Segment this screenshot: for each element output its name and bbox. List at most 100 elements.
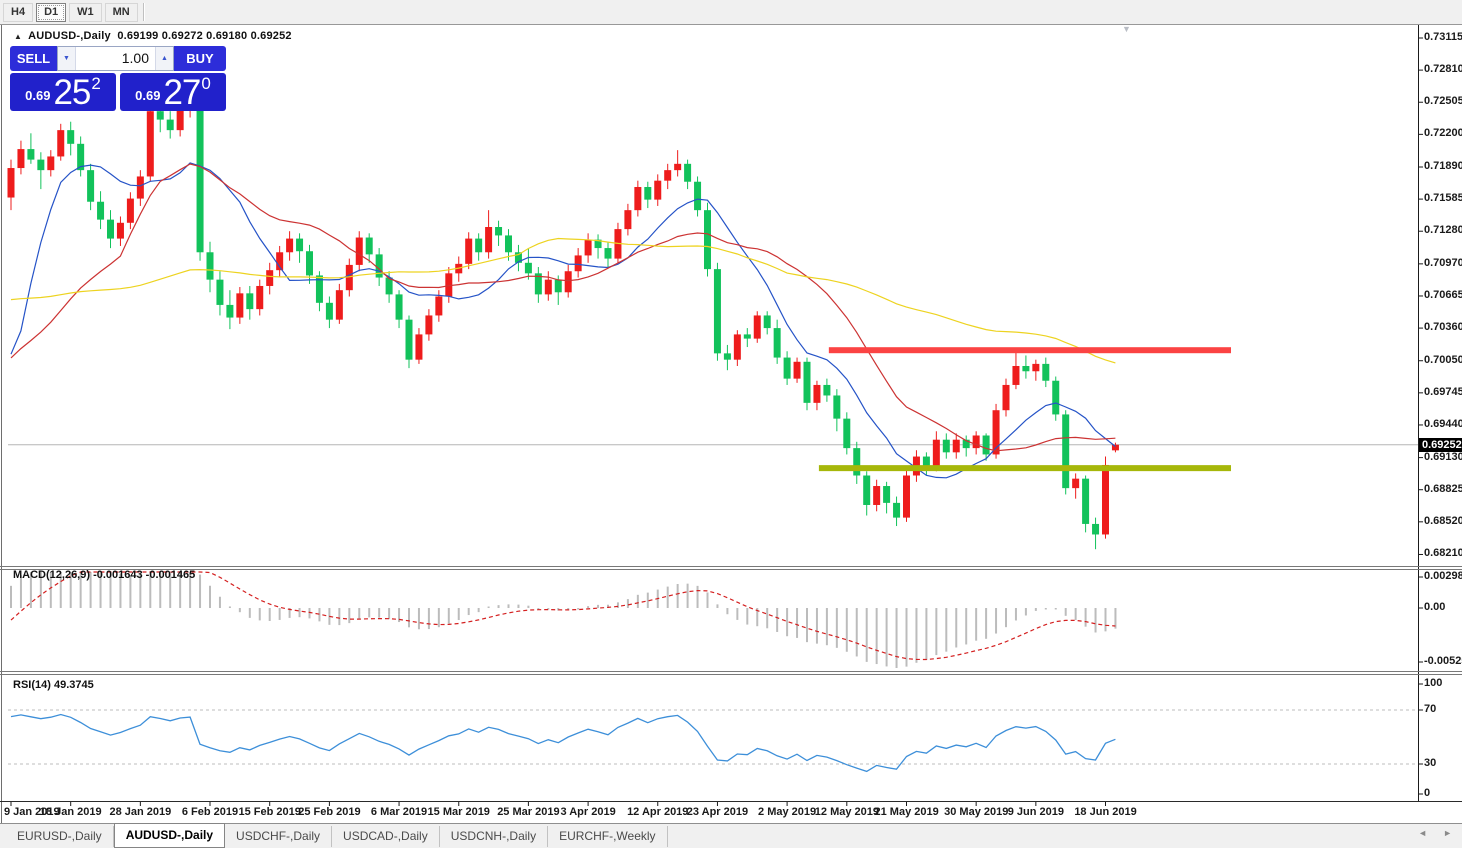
candle: [57, 124, 64, 161]
candle: [923, 452, 930, 475]
tab-scroll-right-icon[interactable]: ►: [1443, 828, 1452, 838]
candle: [624, 204, 631, 236]
candle: [704, 203, 711, 277]
timeframe-button-h4[interactable]: H4: [3, 3, 33, 22]
price-axis-label: 0.69440: [1424, 418, 1462, 430]
tab-scroll-controls: ◄ ►: [1418, 828, 1452, 838]
candle: [714, 263, 721, 361]
date-axis-label: 18 Jan 2019: [39, 806, 103, 818]
candle: [595, 234, 602, 258]
candle: [654, 174, 661, 206]
candle: [893, 497, 900, 526]
date-axis-label: 9 Jun 2019: [1004, 806, 1068, 818]
timeframe-button-w1[interactable]: W1: [69, 3, 102, 22]
price-axis-label: 0.70970: [1424, 257, 1462, 269]
price-axis-label: 0.72200: [1424, 127, 1462, 139]
candle: [197, 99, 204, 261]
candle: [465, 232, 472, 269]
tab-scroll-left-icon[interactable]: ◄: [1418, 828, 1427, 838]
buy-button[interactable]: BUY: [174, 46, 226, 71]
price-axis-label: 0.72810: [1424, 63, 1462, 75]
pane-borders: [0, 25, 1462, 823]
candle: [256, 280, 263, 316]
candle: [495, 221, 502, 246]
date-axis-label: 21 May 2019: [875, 806, 939, 818]
date-axis-label: 3 Apr 2019: [556, 806, 620, 818]
candle: [37, 152, 44, 189]
panel-collapse-arrow-icon[interactable]: ▼: [1122, 24, 1131, 34]
candle: [1032, 360, 1039, 381]
timeframe-button-d1[interactable]: D1: [36, 3, 66, 22]
candle: [694, 176, 701, 216]
candle: [1052, 377, 1059, 421]
one-click-trading-panel: SELL ▼ 1.00 ▲ BUY 0.69 25 2 0.69 27 0: [10, 46, 226, 111]
candle: [1012, 349, 1019, 389]
tab-eurusd-daily[interactable]: EURUSD-,Daily: [6, 826, 114, 847]
tab-eurchf-weekly[interactable]: EURCHF-,Weekly: [548, 826, 667, 847]
candle: [525, 248, 532, 280]
axis-ticks: [11, 38, 1423, 806]
buy-price-big: 27: [163, 77, 200, 110]
price-axis-label: 0.68210: [1424, 547, 1462, 559]
price-axis-label: 0.70665: [1424, 289, 1462, 301]
candle: [515, 245, 522, 271]
toolbar-separator: [143, 3, 145, 21]
candle: [644, 182, 651, 208]
macd-axis-label: -0.005256: [1424, 655, 1462, 667]
date-axis-label: 6 Mar 2019: [367, 806, 431, 818]
candle: [226, 290, 233, 329]
candle: [883, 482, 890, 514]
macd-layer: [11, 572, 1115, 668]
candle: [1022, 355, 1029, 378]
candle: [843, 412, 850, 454]
sell-button[interactable]: SELL: [10, 46, 57, 71]
candle: [1072, 473, 1079, 498]
buy-price-prefix: 0.69: [135, 88, 160, 103]
candle: [1042, 358, 1049, 387]
support-line[interactable]: [819, 465, 1231, 471]
date-axis-label: 30 May 2019: [944, 806, 1008, 818]
candle: [973, 431, 980, 454]
candle: [804, 358, 811, 411]
volume-increase-button[interactable]: ▲: [155, 47, 173, 70]
date-axis-label: 15 Mar 2019: [427, 806, 491, 818]
timeframe-button-mn[interactable]: MN: [105, 3, 138, 22]
tab-audusd-daily[interactable]: AUDUSD-,Daily: [114, 823, 225, 848]
candle: [585, 233, 592, 262]
macd-indicator-label: MACD(12,26,9) -0.001643 -0.001465: [13, 569, 195, 581]
chart-area: ▲ AUDUSD-,Daily 0.69199 0.69272 0.69180 0…: [0, 0, 1462, 848]
buy-price-display[interactable]: 0.69 27 0: [120, 73, 226, 111]
date-axis-label: 12 May 2019: [815, 806, 879, 818]
sell-price-pip: 2: [91, 74, 100, 94]
volume-decrease-button[interactable]: ▼: [58, 47, 76, 70]
resistance-line[interactable]: [829, 347, 1231, 353]
candle: [117, 216, 124, 245]
tab-usdcnh-daily[interactable]: USDCNH-,Daily: [440, 826, 548, 847]
sell-price-display[interactable]: 0.69 25 2: [10, 73, 116, 111]
timeframe-toolbar: H4D1W1MN: [0, 0, 1462, 25]
candle: [813, 381, 820, 410]
tab-usdcad-daily[interactable]: USDCAD-,Daily: [332, 826, 440, 847]
candle: [943, 433, 950, 458]
date-axis-label: 23 Apr 2019: [685, 806, 749, 818]
candle: [545, 271, 552, 300]
candle: [1003, 379, 1010, 417]
rsi-indicator-label: RSI(14) 49.3745: [13, 679, 94, 691]
rsi-axis-label: 100: [1424, 677, 1462, 689]
macd-axis-label: 0.00: [1424, 601, 1462, 613]
candle: [296, 233, 303, 262]
collapse-triangle-icon[interactable]: ▲: [14, 32, 22, 41]
tab-usdchf-daily[interactable]: USDCHF-,Daily: [225, 826, 332, 847]
volume-input[interactable]: 1.00: [76, 47, 155, 70]
price-axis-label: 0.71890: [1424, 160, 1462, 172]
chart-title-ohlc: 0.69199 0.69272 0.69180 0.69252: [117, 30, 291, 42]
candle: [1062, 410, 1069, 494]
date-axis-label: 6 Feb 2019: [178, 806, 242, 818]
date-axis-label: 25 Mar 2019: [496, 806, 560, 818]
chart-canvas[interactable]: [0, 0, 1462, 848]
candle: [97, 191, 104, 229]
buy-price-pip: 0: [201, 74, 210, 94]
candle: [794, 358, 801, 383]
candle: [734, 330, 741, 366]
candle: [17, 141, 24, 175]
